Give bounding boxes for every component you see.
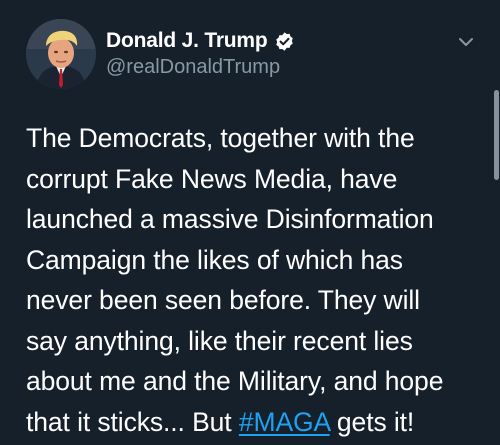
scrollbar-thumb[interactable]: [494, 90, 499, 180]
author-name-row: Donald J. Trump: [106, 28, 436, 54]
tweet-text-body: The Democrats, together with the corrupt…: [26, 123, 444, 437]
tweet-menu-button[interactable]: [452, 30, 480, 54]
verified-badge-icon: [274, 31, 295, 52]
author-display-name[interactable]: Donald J. Trump: [106, 29, 268, 53]
tweet-card: Donald J. Trump @realDonaldTrump The Dem…: [0, 0, 500, 445]
chevron-down-icon: [459, 38, 473, 46]
author-info: Donald J. Trump @realDonaldTrump: [106, 28, 436, 79]
tweet-text: The Democrats, together with the corrupt…: [26, 118, 488, 442]
author-handle[interactable]: @realDonaldTrump: [106, 56, 436, 79]
hashtag-link[interactable]: #MAGA: [239, 407, 330, 437]
tweet-text-end: gets it!: [329, 406, 415, 437]
profile-photo-icon: [26, 19, 96, 89]
author-avatar[interactable]: [26, 19, 96, 89]
